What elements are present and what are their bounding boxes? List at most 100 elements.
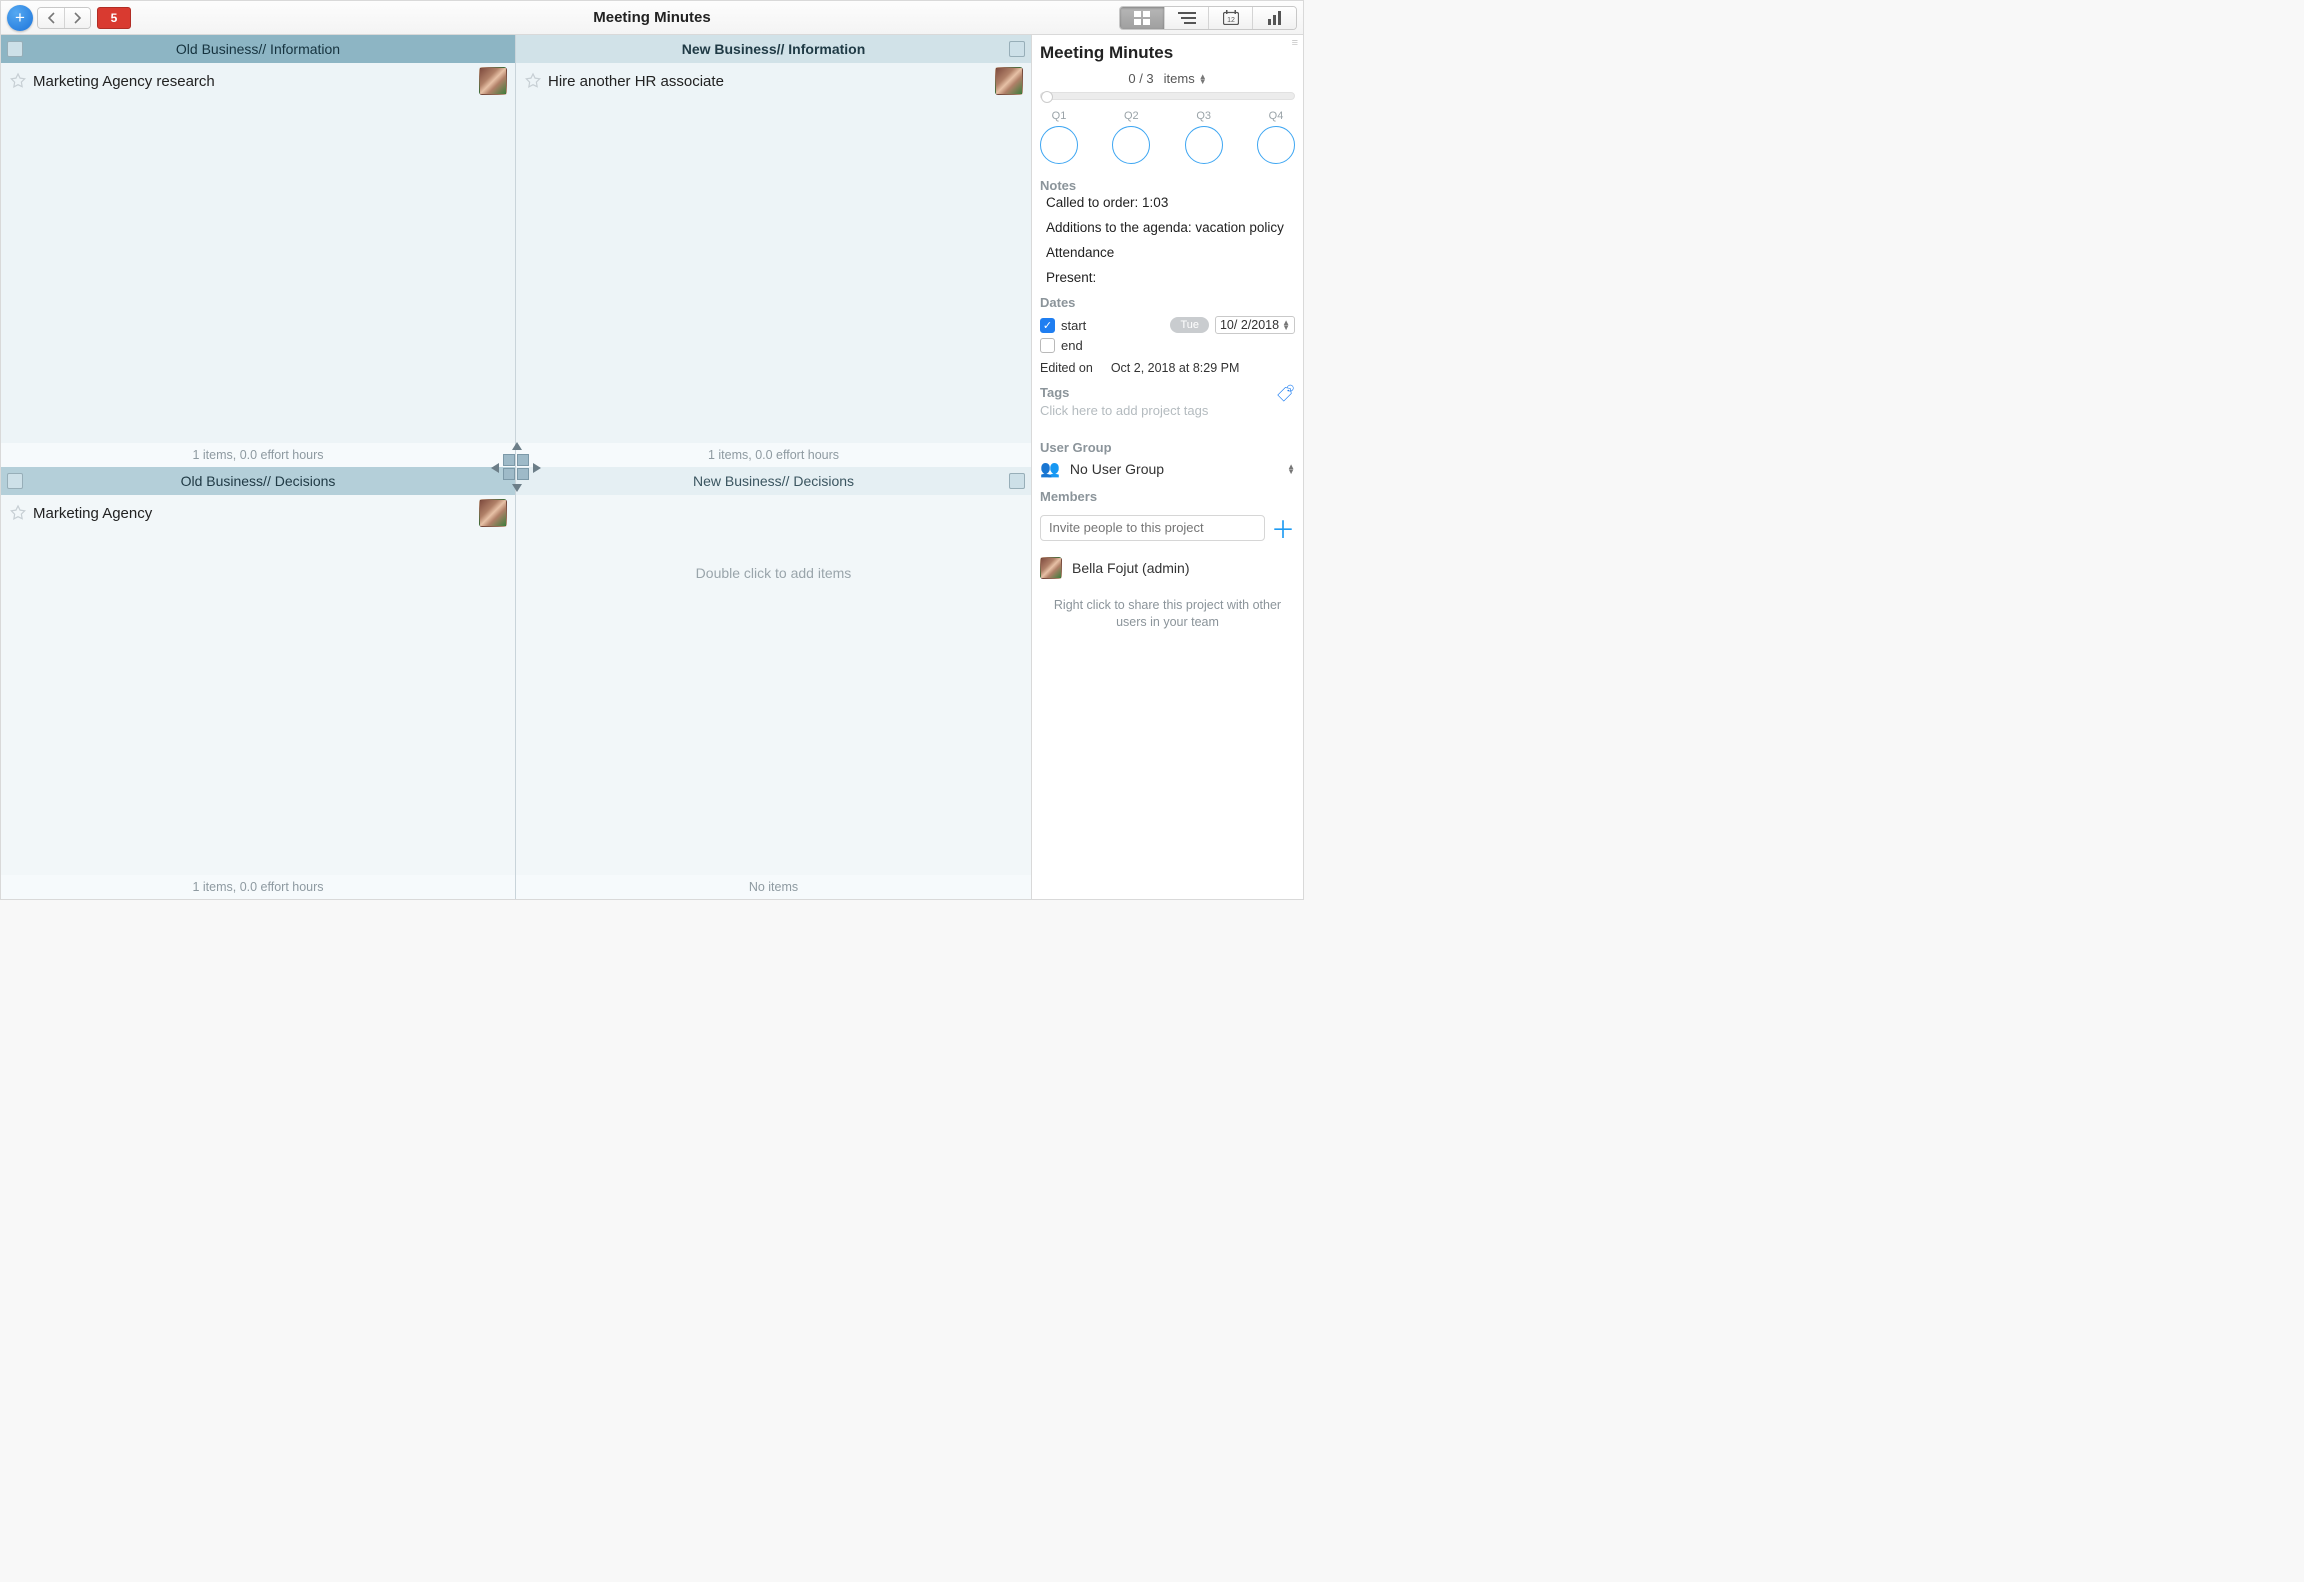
progress-unit-select[interactable]: items ▲▼ — [1164, 71, 1207, 86]
view-switcher: 12 — [1119, 6, 1297, 30]
assignee-avatar[interactable] — [479, 67, 507, 95]
quarter-label: Q3 — [1196, 110, 1211, 122]
invite-input[interactable] — [1040, 515, 1265, 541]
history-nav — [37, 7, 91, 29]
assignee-avatar[interactable] — [995, 67, 1023, 95]
end-date-row: end — [1040, 338, 1295, 353]
user-group-label: User Group — [1040, 440, 1295, 455]
tags-placeholder[interactable]: Click here to add project tags — [1040, 403, 1295, 418]
quadrant-body[interactable]: Hire another HR associate — [516, 63, 1031, 443]
notes-list[interactable]: Called to order: 1:03 Additions to the a… — [1040, 195, 1295, 285]
quadrant-title: New Business// Information — [682, 41, 866, 57]
start-day-pill: Tue — [1170, 317, 1209, 333]
invite-row: ＋ — [1040, 510, 1295, 545]
quadrant-footer: 1 items, 0.0 effort hours — [1, 875, 515, 899]
notes-label: Notes — [1040, 178, 1295, 193]
svg-text:12: 12 — [1227, 17, 1235, 24]
star-icon[interactable] — [524, 72, 542, 90]
users-icon: 👥 — [1040, 459, 1060, 479]
select-all-checkbox[interactable] — [7, 473, 23, 489]
quadrant-header[interactable]: Old Business// Information — [1, 35, 515, 63]
quadrant-footer: No items — [516, 875, 1031, 899]
quadrant-footer: 1 items, 0.0 effort hours — [516, 443, 1031, 467]
add-member-button[interactable]: ＋ — [1271, 510, 1295, 545]
quarter-circle-icon — [1185, 126, 1223, 164]
quarter-q2[interactable]: Q2 — [1112, 110, 1150, 164]
date-stepper-icon[interactable]: ▲▼ — [1282, 320, 1290, 330]
quadrant-header[interactable]: New Business// Decisions — [516, 467, 1031, 495]
quadrant-old-business-decisions: Old Business// Decisions Marketing Agenc… — [1, 467, 516, 899]
item-title: Marketing Agency research — [33, 73, 473, 90]
quadrant-header[interactable]: Old Business// Decisions — [1, 467, 515, 495]
select-all-checkbox[interactable] — [1009, 41, 1025, 57]
quadrant-footer: 1 items, 0.0 effort hours — [1, 443, 515, 467]
start-date-input[interactable]: 10/ 2/2018 ▲▼ — [1215, 316, 1295, 334]
quadrant-new-business-information: New Business// Information Hire another … — [516, 35, 1031, 467]
window-title: Meeting Minutes — [1, 9, 1303, 26]
drag-grip-icon[interactable]: ≡ — [1292, 37, 1299, 49]
progress-slider[interactable] — [1040, 92, 1295, 100]
tags-label: Tags — [1040, 385, 1069, 400]
quarter-q1[interactable]: Q1 — [1040, 110, 1078, 164]
end-checkbox[interactable] — [1040, 338, 1055, 353]
chevron-up-down-icon: ▲▼ — [1287, 464, 1295, 474]
star-icon[interactable] — [9, 72, 27, 90]
view-chart-button[interactable] — [1252, 7, 1296, 29]
quadrant-header[interactable]: New Business// Information — [516, 35, 1031, 63]
member-row[interactable]: Bella Fojut (admin) — [1040, 557, 1295, 579]
quadrant-new-business-decisions: New Business// Decisions Double click to… — [516, 467, 1031, 899]
item-row[interactable]: Hire another HR associate — [516, 63, 1031, 99]
member-avatar — [1040, 557, 1062, 579]
quarter-circle-icon — [1257, 126, 1295, 164]
item-title: Marketing Agency — [33, 505, 473, 522]
progress-unit-label: items — [1164, 71, 1195, 86]
empty-hint: Double click to add items — [516, 565, 1031, 581]
item-row[interactable]: Marketing Agency research — [1, 63, 515, 99]
members-label: Members — [1040, 489, 1295, 504]
notification-badge[interactable]: 5 — [97, 7, 131, 29]
note-line: Present: — [1046, 270, 1295, 285]
quarter-q4[interactable]: Q4 — [1257, 110, 1295, 164]
start-date-value: 10/ 2/2018 — [1220, 318, 1279, 332]
quadrant-body[interactable]: Marketing Agency — [1, 495, 515, 875]
view-grid-button[interactable] — [1120, 7, 1164, 29]
view-list-button[interactable] — [1164, 7, 1208, 29]
quarter-circle-icon — [1040, 126, 1078, 164]
select-all-checkbox[interactable] — [1009, 473, 1025, 489]
tag-icon[interactable]: 🏷 — [1275, 383, 1295, 403]
start-date-row: ✓ start Tue 10/ 2/2018 ▲▼ — [1040, 316, 1295, 334]
edited-label: Edited on — [1040, 361, 1093, 375]
forward-button[interactable] — [64, 8, 90, 28]
view-calendar-button[interactable]: 12 — [1208, 7, 1252, 29]
quadrant-title: Old Business// Decisions — [181, 473, 336, 489]
assignee-avatar[interactable] — [479, 499, 507, 527]
quarter-label: Q2 — [1124, 110, 1139, 122]
item-title: Hire another HR associate — [548, 73, 989, 90]
quarter-label: Q4 — [1269, 110, 1284, 122]
back-button[interactable] — [38, 8, 64, 28]
star-icon[interactable] — [9, 504, 27, 522]
quadrant-title: New Business// Decisions — [693, 473, 854, 489]
add-button[interactable]: + — [7, 5, 33, 31]
user-group-value: No User Group — [1070, 461, 1164, 477]
quadrant-body[interactable]: Double click to add items — [516, 495, 1031, 875]
dates-label: Dates — [1040, 295, 1295, 310]
inspector-panel: ≡ Meeting Minutes 0 / 3 items ▲▼ Q1 Q2 Q… — [1031, 35, 1303, 899]
quadrant-body[interactable]: Marketing Agency research — [1, 63, 515, 443]
note-line: Additions to the agenda: vacation policy — [1046, 220, 1295, 235]
select-all-checkbox[interactable] — [7, 41, 23, 57]
body: Old Business// Information Marketing Age… — [1, 35, 1303, 899]
quarter-circle-icon — [1112, 126, 1150, 164]
item-row[interactable]: Marketing Agency — [1, 495, 515, 531]
user-group-select[interactable]: 👥 No User Group ▲▼ — [1040, 459, 1295, 479]
note-line: Attendance — [1046, 245, 1295, 260]
note-line: Called to order: 1:03 — [1046, 195, 1295, 210]
progress-count: 0 / 3 — [1128, 71, 1153, 86]
quarter-q3[interactable]: Q3 — [1185, 110, 1223, 164]
quadrant-old-business-information: Old Business// Information Marketing Age… — [1, 35, 516, 467]
start-label: start — [1061, 318, 1086, 333]
inspector-title[interactable]: Meeting Minutes — [1040, 43, 1295, 63]
start-checkbox[interactable]: ✓ — [1040, 318, 1055, 333]
member-name: Bella Fojut (admin) — [1072, 560, 1190, 576]
edited-row: Edited on Oct 2, 2018 at 8:29 PM — [1040, 361, 1295, 375]
